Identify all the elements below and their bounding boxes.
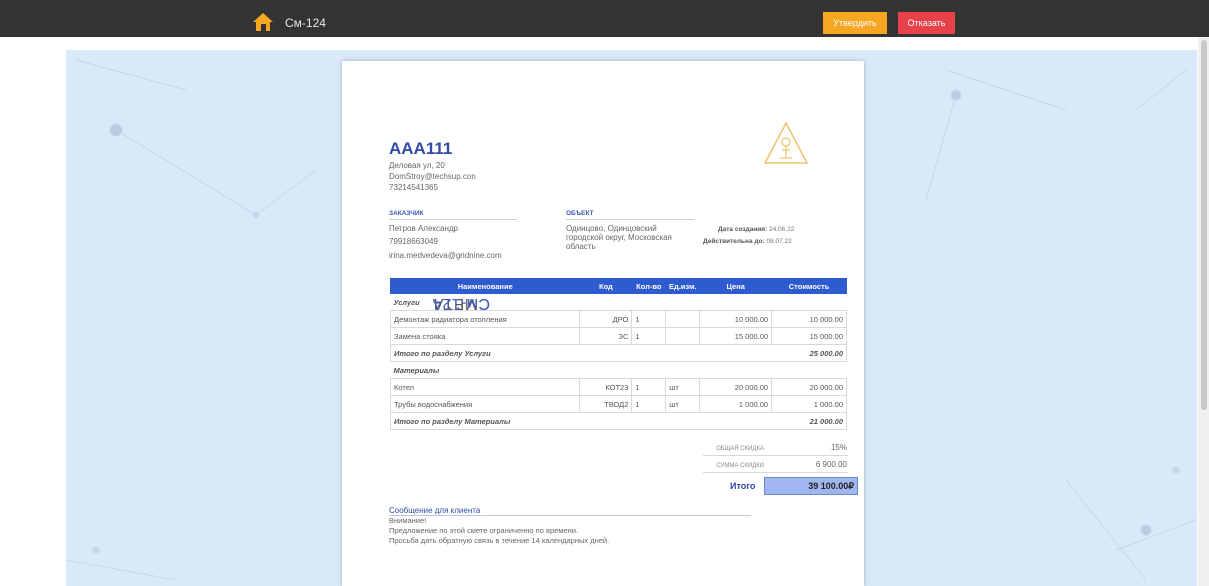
subtotal-label: Итого по разделу Материалы (389, 412, 700, 430)
home-icon[interactable] (252, 12, 274, 32)
subtotal-value: 21 000.00 (699, 412, 847, 430)
company-phone: 73214541365 (389, 183, 438, 192)
valid-until-value: 08.07.22 (766, 238, 792, 245)
scrollbar-thumb[interactable] (1201, 40, 1207, 410)
column-header: Код (579, 278, 633, 294)
company-name: AAA111 (389, 139, 453, 158)
item-qty: 1 (631, 395, 667, 413)
client-message-title: Сообщение для клиента (389, 506, 481, 515)
client-message-line: Просьба дать обратную связь в течение 14… (389, 536, 610, 545)
item-cost: 1 000.00 (771, 395, 847, 413)
object-rule (566, 219, 694, 220)
customer-name: Петров Александр (389, 224, 458, 233)
discount-sum-label: СУММА СКИДКИ (716, 463, 764, 469)
subtotal-row: Итого по разделу Материалы 21 000.00 (389, 412, 847, 430)
discount-sum-value: 6 900.00 (815, 460, 847, 469)
section-row: Услуги (390, 293, 847, 311)
subtotal-label: Итого по разделу Услуги (389, 344, 700, 362)
item-qty: 1 (631, 327, 667, 345)
item-qty: 1 (631, 310, 667, 328)
summary-rule (703, 455, 848, 456)
object-address-line1: Одинцово, Одинцовский (566, 224, 657, 233)
item-price: 1 000.00 (699, 395, 773, 413)
customer-rule (389, 219, 517, 220)
page-title: См-124 (285, 16, 326, 30)
column-header: Стоимость (771, 278, 847, 294)
table-row: Замена стояка ЗС 1 15 000.00 15 000.00 (389, 327, 847, 345)
item-cost: 15 000.00 (771, 327, 847, 345)
item-cost: 20 000.00 (771, 378, 847, 396)
discount-value: 15% (830, 443, 847, 452)
client-message-rule (389, 515, 751, 516)
column-header: Кол-во (631, 278, 667, 294)
table-row: Трубы водоснабжения ТВОД2 1 шт 1 000.00 … (389, 395, 847, 413)
company-address: Деловая ул, 20 (389, 161, 445, 170)
discount-label: ОБЩАЯ СКИДКА (716, 446, 764, 452)
subtotal-row: Итого по разделу Услуги 25 000.00 (389, 344, 847, 362)
total-label: Итого (730, 481, 756, 491)
item-name: Замена стояка (389, 327, 581, 345)
item-price: 15 000.00 (699, 327, 773, 345)
company-logo-icon (762, 120, 810, 166)
item-price: 10 000.00 (699, 310, 773, 328)
top-bar (0, 0, 1209, 37)
estimate-table: Наименование Код Кол-во Ед.изм. Цена Сто… (389, 278, 847, 430)
summary-rule (703, 472, 848, 473)
approve-button[interactable]: Утвердить (823, 12, 887, 34)
company-email: DomStroy@techsup.con (389, 172, 476, 181)
section-title: Материалы (390, 361, 847, 379)
client-message-line: Предложение по этой смете ограниченно по… (389, 526, 579, 535)
table-header-row: Наименование Код Кол-во Ед.изм. Цена Сто… (389, 278, 847, 294)
table-row: Котел КОТ23 1 шт 20 000.00 20 000.00 (389, 378, 847, 396)
reject-button[interactable]: Отказать (898, 12, 955, 34)
item-unit: шт (665, 395, 701, 413)
column-header: Цена (699, 278, 773, 294)
item-unit (665, 327, 701, 345)
client-message-line: Внимание! (389, 516, 427, 525)
table-row: Демонтаж радиатора отопления ДРО 1 10 00… (389, 310, 847, 328)
customer-label: ЗАКАЗЧИК (389, 210, 424, 217)
section-title: Услуги (390, 293, 847, 311)
total-value: 39 100.00₽ (764, 477, 858, 495)
item-qty: 1 (631, 378, 667, 396)
column-header: Наименование (389, 278, 581, 294)
item-name: Трубы водоснабжения (389, 395, 581, 413)
item-code: ЗС (579, 327, 633, 345)
item-unit (665, 310, 701, 328)
object-address-line3: область (566, 242, 596, 251)
item-code: ДРО (579, 310, 633, 328)
item-price: 20 000.00 (699, 378, 773, 396)
section-row: Материалы (390, 361, 847, 379)
created-date-label: Дата создания: (718, 226, 768, 233)
customer-email: irina.medvedeva@gridnine.com (389, 251, 502, 260)
item-cost: 10 000.00 (771, 310, 847, 328)
estimate-side-title: СМЕТА См-124 (360, 182, 490, 312)
valid-until-date: Действительна до: 08.07.22 (703, 238, 792, 245)
item-code: ТВОД2 (579, 395, 633, 413)
item-name: Демонтаж радиатора отопления (389, 310, 581, 328)
subtotal-value: 25 000.00 (699, 344, 847, 362)
column-header: Ед.изм. (665, 278, 701, 294)
customer-phone: 79918663049 (389, 237, 438, 246)
created-date-value: 24.06.22 (769, 226, 795, 233)
item-unit: шт (665, 378, 701, 396)
object-label: ОБЪЕКТ (566, 210, 594, 217)
created-date: Дата создания: 24.06.22 (718, 226, 794, 233)
valid-until-label: Действительна до: (703, 238, 765, 245)
item-code: КОТ23 (579, 378, 633, 396)
object-address-line2: городской округ, Московская (566, 233, 672, 242)
item-name: Котел (389, 378, 581, 396)
